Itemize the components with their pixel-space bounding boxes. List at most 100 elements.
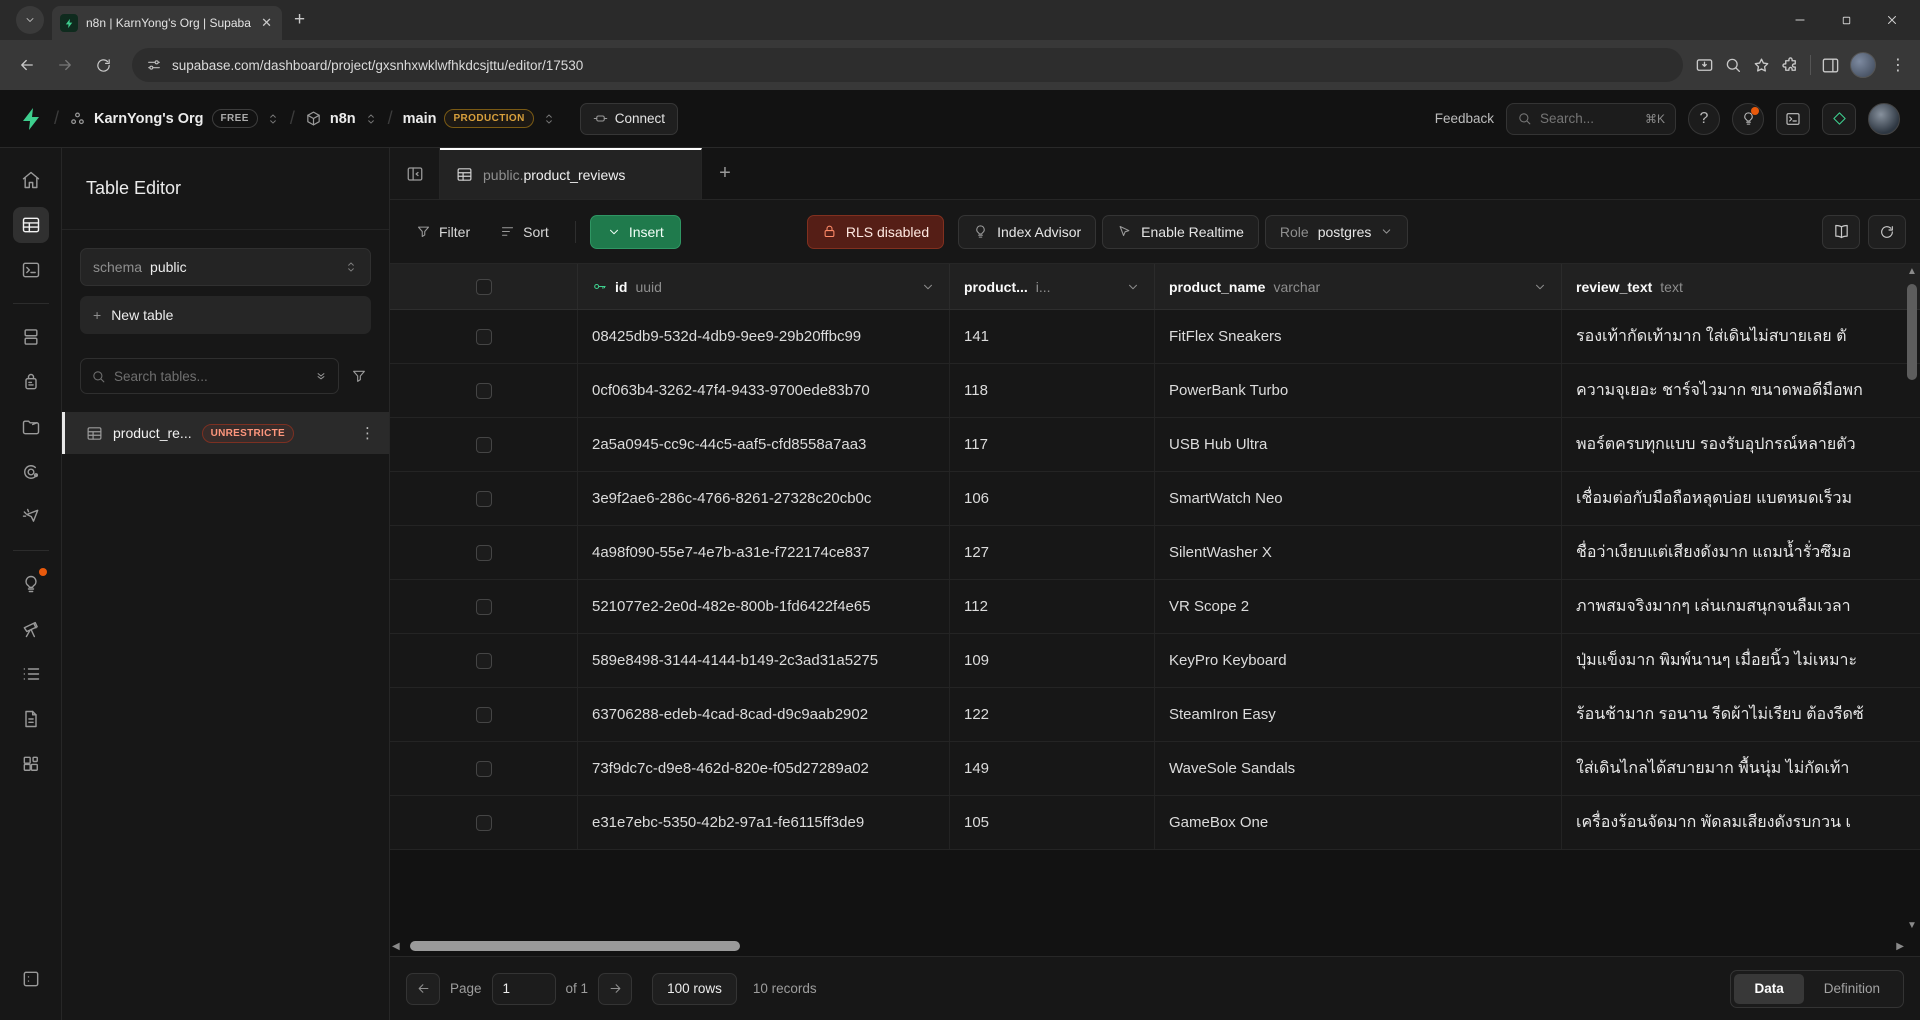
role-select[interactable]: Role postgres	[1265, 215, 1409, 249]
row-checkbox[interactable]	[476, 653, 492, 669]
sidebar-item-advisors[interactable]	[13, 566, 49, 602]
cell-id[interactable]: 08425db9-532d-4db9-9ee9-29b20ffbc99	[578, 310, 950, 363]
row-select-cell[interactable]	[390, 742, 578, 795]
table-row[interactable]: 521077e2-2e0d-482e-800b-1fd6422f4e65 112…	[390, 580, 1920, 634]
new-table-button[interactable]: + New table	[80, 296, 371, 334]
search-tables-box[interactable]	[80, 358, 339, 394]
cell-review-text[interactable]: ภาพสมจริงมากๆ เล่นเกมสนุกจนลืมเวลา	[1562, 580, 1920, 633]
table-item-menu-kebab-icon[interactable]: ⋮	[360, 424, 375, 442]
cell-product-id[interactable]: 106	[950, 472, 1155, 525]
horizontal-scrollbar[interactable]: ◀ ▶	[392, 940, 1904, 952]
select-all-checkbox[interactable]	[476, 279, 492, 295]
select-all-cell[interactable]	[390, 264, 578, 309]
sidebar-item-database[interactable]	[13, 319, 49, 355]
side-panel-icon[interactable]	[1821, 56, 1840, 75]
site-settings-icon[interactable]	[146, 57, 162, 73]
double-chevron-icon[interactable]	[314, 369, 328, 383]
supabase-logo[interactable]	[20, 107, 44, 131]
chevrons-up-down-icon[interactable]	[364, 112, 378, 126]
cell-product-name[interactable]: GameBox One	[1155, 796, 1562, 849]
tab-definition[interactable]: Definition	[1804, 974, 1900, 1004]
cell-product-name[interactable]: WaveSole Sandals	[1155, 742, 1562, 795]
scroll-right-arrow-icon[interactable]: ▶	[1892, 941, 1904, 952]
sidebar-item-table-editor[interactable]	[13, 207, 49, 243]
feedback-button[interactable]: Feedback	[1435, 111, 1494, 126]
new-editor-tab-button[interactable]: +	[702, 148, 748, 199]
page-number-input[interactable]	[492, 973, 556, 1005]
cell-review-text[interactable]: ชื่อว่าเงียบแต่เสียงดังมาก แถมน้ำรั่วซึม…	[1562, 526, 1920, 579]
connect-button[interactable]: Connect	[580, 103, 678, 135]
window-close-button[interactable]	[1872, 5, 1912, 35]
table-row[interactable]: 2a5a0945-cc9c-44c5-aaf5-cfd8558a7aa3 117…	[390, 418, 1920, 472]
tab-close-icon[interactable]: ✕	[259, 15, 274, 31]
cell-id[interactable]: 4a98f090-55e7-4e7b-a31e-f722174ce837	[578, 526, 950, 579]
sidebar-item-realtime[interactable]	[13, 499, 49, 535]
breadcrumb-org[interactable]: KarnYong's Org FREE	[69, 109, 280, 128]
previous-page-button[interactable]	[406, 973, 440, 1005]
row-select-cell[interactable]	[390, 418, 578, 471]
cell-id[interactable]: 63706288-edeb-4cad-8cad-d9c9aab2902	[578, 688, 950, 741]
next-page-button[interactable]	[598, 973, 632, 1005]
reload-button[interactable]	[86, 48, 120, 82]
browser-menu-kebab-icon[interactable]: ⋮	[1886, 55, 1910, 75]
cell-product-id[interactable]: 118	[950, 364, 1155, 417]
row-select-cell[interactable]	[390, 526, 578, 579]
insert-button[interactable]: Insert	[590, 215, 681, 249]
sidebar-item-reports[interactable]	[13, 611, 49, 647]
cell-product-id[interactable]: 122	[950, 688, 1155, 741]
chevrons-up-down-icon[interactable]	[542, 112, 556, 126]
column-header-product-name[interactable]: product_name varchar	[1155, 264, 1562, 309]
api-docs-button[interactable]	[1822, 215, 1860, 249]
cell-id[interactable]: 73f9dc7c-d9e8-462d-820e-f05d27289a02	[578, 742, 950, 795]
notifications-button[interactable]	[1732, 103, 1764, 135]
help-button[interactable]: ?	[1688, 103, 1720, 135]
cell-id[interactable]: 521077e2-2e0d-482e-800b-1fd6422f4e65	[578, 580, 950, 633]
cell-product-id[interactable]: 141	[950, 310, 1155, 363]
table-row[interactable]: 0cf063b4-3262-47f4-9433-9700ede83b70 118…	[390, 364, 1920, 418]
cell-id[interactable]: 3e9f2ae6-286c-4766-8261-27328c20cb0c	[578, 472, 950, 525]
cell-review-text[interactable]: เครื่องร้อนจัดมาก พัดลมเสียงดังรบกวน เ	[1562, 796, 1920, 849]
sidebar-item-integrations[interactable]	[13, 746, 49, 782]
assistant-button[interactable]	[1822, 103, 1856, 135]
table-row[interactable]: 3e9f2ae6-286c-4766-8261-27328c20cb0c 106…	[390, 472, 1920, 526]
table-row[interactable]: 73f9dc7c-d9e8-462d-820e-f05d27289a02 149…	[390, 742, 1920, 796]
cell-review-text[interactable]: เชื่อมต่อกับมือถือหลุดบ่อย แบตหมดเร็วม	[1562, 472, 1920, 525]
forward-button[interactable]	[48, 48, 82, 82]
cell-review-text[interactable]: ความจุเยอะ ชาร์จไวมาก ขนาดพอดีมือพก	[1562, 364, 1920, 417]
table-row[interactable]: 589e8498-3144-4144-b149-2c3ad31a5275 109…	[390, 634, 1920, 688]
cell-product-id[interactable]: 117	[950, 418, 1155, 471]
window-minimize-button[interactable]	[1780, 5, 1820, 35]
global-search[interactable]: Search... ⌘K	[1506, 103, 1676, 135]
column-menu-chevron-icon[interactable]	[1126, 280, 1140, 294]
breadcrumb-branch[interactable]: main PRODUCTION	[403, 109, 556, 128]
row-checkbox[interactable]	[476, 761, 492, 777]
sql-terminal-button[interactable]	[1776, 103, 1810, 135]
column-menu-chevron-icon[interactable]	[1533, 280, 1547, 294]
tab-search-button[interactable]	[16, 6, 44, 34]
cell-product-name[interactable]: USB Hub Ultra	[1155, 418, 1562, 471]
row-select-cell[interactable]	[390, 310, 578, 363]
column-header-product-id[interactable]: product... i...	[950, 264, 1155, 309]
row-checkbox[interactable]	[476, 599, 492, 615]
collapse-panel-button[interactable]	[390, 148, 440, 199]
user-avatar[interactable]	[1868, 103, 1900, 135]
new-tab-button[interactable]: +	[294, 9, 305, 31]
cell-product-name[interactable]: SteamIron Easy	[1155, 688, 1562, 741]
cell-id[interactable]: e31e7ebc-5350-42b2-97a1-fe6115ff3de9	[578, 796, 950, 849]
sidebar-item-authentication[interactable]	[13, 364, 49, 400]
row-select-cell[interactable]	[390, 796, 578, 849]
refresh-button[interactable]	[1868, 215, 1906, 249]
cell-id[interactable]: 0cf063b4-3262-47f4-9433-9700ede83b70	[578, 364, 950, 417]
cell-product-id[interactable]: 112	[950, 580, 1155, 633]
scroll-down-arrow-icon[interactable]: ▼	[1907, 920, 1917, 934]
horizontal-scroll-thumb[interactable]	[410, 941, 740, 951]
row-select-cell[interactable]	[390, 472, 578, 525]
cell-product-name[interactable]: FitFlex Sneakers	[1155, 310, 1562, 363]
rls-disabled-button[interactable]: RLS disabled	[807, 215, 944, 249]
table-row[interactable]: 08425db9-532d-4db9-9ee9-29b20ffbc99 141 …	[390, 310, 1920, 364]
horizontal-scroll-track[interactable]	[404, 941, 1892, 951]
cell-product-name[interactable]: SmartWatch Neo	[1155, 472, 1562, 525]
sidebar-item-sql-editor[interactable]	[13, 252, 49, 288]
row-select-cell[interactable]	[390, 688, 578, 741]
row-checkbox[interactable]	[476, 437, 492, 453]
